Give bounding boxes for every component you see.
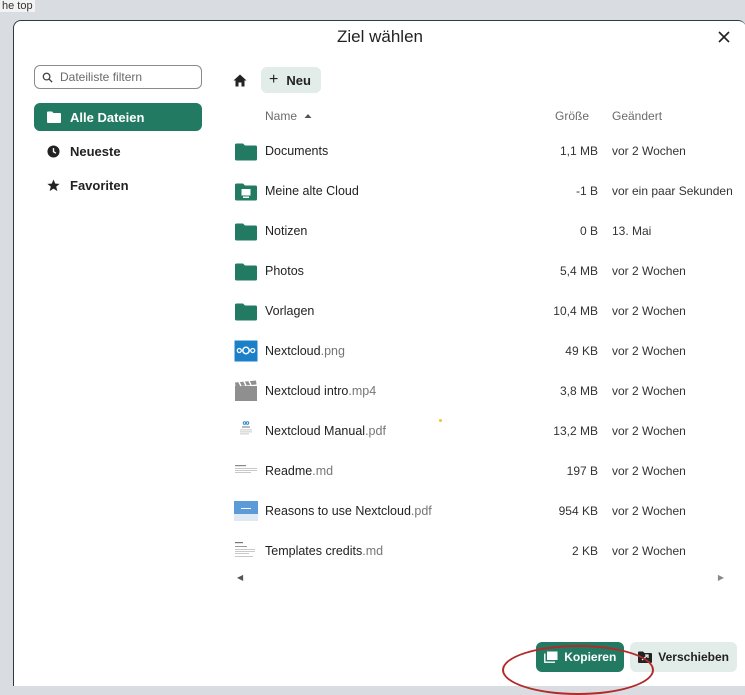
file-size: 13,2 MB [553, 424, 598, 438]
folder-icon [47, 110, 61, 124]
file-row-vorlagen[interactable]: Vorlagen 10,4 MB vor 2 Wochen [229, 291, 745, 331]
folder-icon [235, 223, 257, 241]
file-row-nextcloud-intro-mp4[interactable]: Nextcloud intro.mp4 3,8 MB vor 2 Wochen [229, 371, 745, 411]
sidebar-item-label: Favoriten [70, 177, 129, 193]
file-modified: vor 2 Wochen [612, 264, 686, 278]
file-modified: vor ein paar Sekunden [612, 184, 733, 198]
new-button-label: Neu [286, 72, 311, 88]
file-name: Nextcloud.png [265, 344, 345, 358]
file-name: Reasons to use Nextcloud.pdf [265, 504, 432, 518]
file-row-notizen[interactable]: Notizen 0 B 13. Mai [229, 211, 745, 251]
home-icon [233, 74, 247, 86]
file-row-meine-alte-cloud[interactable]: Meine alte Cloud -1 B vor ein paar Sekun… [229, 171, 745, 211]
copy-icon [544, 651, 558, 663]
sidebar-item-label: Alle Dateien [70, 109, 145, 125]
file-size: 3,8 MB [559, 384, 598, 398]
file-modified: vor 2 Wochen [612, 544, 686, 558]
close-icon [718, 31, 730, 43]
file-name: Nextcloud Manual.pdf [265, 424, 386, 438]
file-size: 2 KB [571, 544, 598, 558]
file-row-documents[interactable]: Documents 1,1 MB vor 2 Wochen [229, 131, 745, 171]
sidebar-item-favorites[interactable]: Favoriten [34, 171, 202, 199]
move-icon [638, 651, 653, 663]
sort-ascending-icon [304, 114, 312, 118]
column-header-size[interactable]: Größe [555, 109, 589, 123]
breadcrumb-toolbar: + Neu [229, 67, 321, 93]
decorative-dot [439, 419, 442, 422]
clock-icon [47, 144, 61, 158]
file-row-nextcloud-png[interactable]: Nextcloud.png 49 KB vor 2 Wochen [229, 331, 745, 371]
new-button[interactable]: + Neu [261, 67, 321, 93]
home-button[interactable] [229, 69, 251, 91]
sidebar-item-recent[interactable]: Neueste [34, 137, 202, 165]
file-modified: 13. Mai [612, 224, 652, 238]
file-row-reasons-to-use-nextcloud-pdf[interactable]: Reasons to use Nextcloud.pdf 954 KB vor … [229, 491, 745, 531]
plus-icon: + [269, 71, 279, 88]
file-size: 197 B [566, 464, 598, 478]
folder-icon [235, 303, 257, 321]
file-modified: vor 2 Wochen [612, 344, 686, 358]
close-button[interactable] [712, 25, 736, 49]
folder-icon [235, 263, 257, 281]
folder-icon [235, 143, 257, 161]
file-name: Meine alte Cloud [265, 184, 359, 198]
column-header-modified[interactable]: Geändert [612, 109, 662, 123]
dialog-title: Ziel wählen [337, 27, 423, 46]
scroll-right-icon[interactable]: ▶ [718, 573, 724, 582]
text-document-icon [234, 463, 258, 479]
move-button[interactable]: Verschieben [630, 642, 737, 672]
file-size: 954 KB [558, 504, 598, 518]
file-size: 5,4 MB [559, 264, 598, 278]
text-document-icon [234, 540, 258, 562]
copy-button-label: Kopieren [564, 650, 617, 664]
file-size: 49 KB [565, 344, 598, 358]
file-size: -1 B [575, 184, 598, 198]
file-modified: vor 2 Wochen [612, 504, 686, 518]
file-size: 10,4 MB [553, 304, 598, 318]
dialog-actions: Kopieren Verschieben [536, 642, 737, 672]
horizontal-scrollbar[interactable]: ◀ ▶ [234, 573, 724, 583]
filter-input[interactable] [58, 69, 192, 85]
file-row-readme-md[interactable]: Readme.md 197 B vor 2 Wochen [229, 451, 745, 491]
external-storage-folder-icon [235, 183, 257, 201]
file-name: Documents [265, 144, 329, 158]
scroll-left-icon[interactable]: ◀ [237, 573, 243, 582]
file-name: Templates credits.md [265, 544, 384, 558]
file-name: Photos [265, 264, 304, 278]
file-modified: vor 2 Wochen [612, 144, 686, 158]
pdf-preview-icon [234, 501, 258, 521]
file-row-photos[interactable]: Photos 5,4 MB vor 2 Wochen [229, 251, 745, 291]
copy-button[interactable]: Kopieren [536, 642, 625, 672]
file-name: Readme.md [265, 464, 334, 478]
nextcloud-image-icon [234, 340, 258, 362]
video-icon [235, 380, 257, 401]
column-name-label: Name [265, 109, 298, 123]
search-icon [42, 72, 53, 83]
move-button-label: Verschieben [658, 650, 729, 664]
move-copy-dialog: Ziel wählen Alle Dateien Neueste Favorit… [13, 20, 745, 686]
file-modified: vor 2 Wochen [612, 384, 686, 398]
sidebar-nav: Alle Dateien Neueste Favoriten [34, 103, 202, 205]
column-header-name[interactable]: Name [265, 109, 312, 123]
sidebar-item-all-files[interactable]: Alle Dateien [34, 103, 202, 131]
file-row-nextcloud-manual-pdf[interactable]: Nextcloud Manual.pdf 13,2 MB vor 2 Woche… [229, 411, 745, 451]
file-size: 1,1 MB [559, 144, 598, 158]
background-page-text: he top [0, 0, 35, 12]
star-icon [47, 178, 61, 192]
file-name: Nextcloud intro.mp4 [265, 384, 377, 398]
file-name: Notizen [265, 224, 308, 238]
file-row-templates-credits-md[interactable]: Templates credits.md 2 KB vor 2 Wochen [229, 531, 745, 571]
file-filter-field[interactable] [34, 65, 202, 89]
file-modified: vor 2 Wochen [612, 464, 686, 478]
file-modified: vor 2 Wochen [612, 304, 686, 318]
file-size: 0 B [579, 224, 598, 238]
sidebar-item-label: Neueste [70, 143, 121, 159]
file-name: Vorlagen [265, 304, 315, 318]
file-list: Documents 1,1 MB vor 2 Wochen Meine alte… [229, 131, 745, 571]
file-modified: vor 2 Wochen [612, 424, 686, 438]
pdf-thumbnail-icon [237, 420, 255, 442]
